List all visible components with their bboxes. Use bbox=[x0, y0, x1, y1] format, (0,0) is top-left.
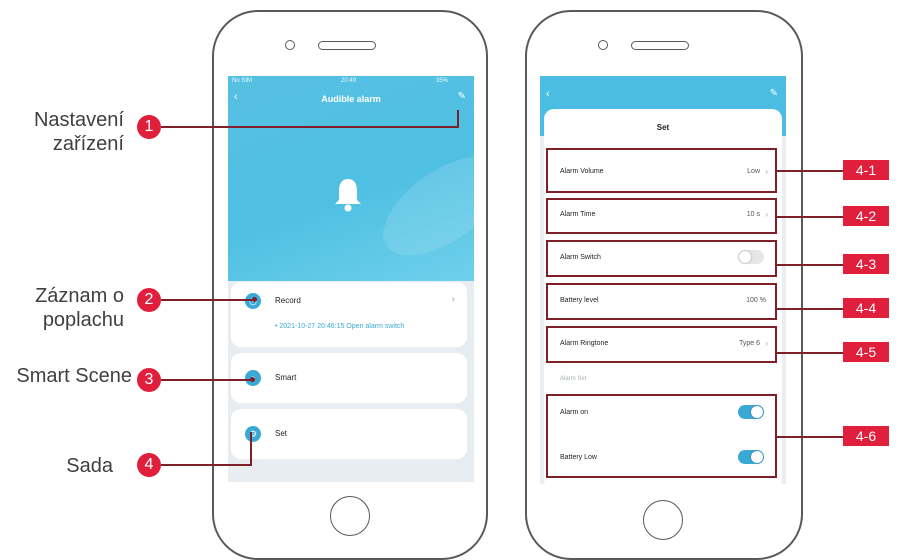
camera-left bbox=[285, 40, 295, 50]
badge-4-5: 4-5 bbox=[843, 342, 889, 362]
section-header: Alarm Set bbox=[560, 376, 587, 382]
record-entry: • 2021-10-27 20:46:15 Open alarm switch bbox=[275, 323, 405, 330]
badge-1: 1 bbox=[137, 115, 161, 139]
speaker-left bbox=[318, 41, 376, 50]
speaker-right bbox=[631, 41, 689, 50]
home-button-right[interactable] bbox=[643, 500, 683, 540]
badge-4-1: 4-1 bbox=[843, 160, 889, 180]
sheet-title: Set bbox=[656, 123, 670, 132]
page-title: Audible alarm bbox=[321, 94, 381, 104]
status-bar: No SIM 20:49 35% bbox=[228, 76, 474, 90]
callout-line-4-6 bbox=[777, 436, 843, 438]
badge-4-4: 4-4 bbox=[843, 298, 889, 318]
badge-4: 4 bbox=[137, 453, 161, 477]
callout-line-4-1 bbox=[777, 170, 843, 172]
callout-line-4-2 bbox=[777, 216, 843, 218]
callout-label-1: Nastavení zařízení bbox=[33, 109, 124, 155]
callout-line-1 bbox=[161, 126, 459, 128]
callout-label-2: Záznam o poplachu bbox=[35, 285, 124, 331]
badge-4-6: 4-6 bbox=[843, 426, 889, 446]
gear-icon: ⚙ bbox=[245, 426, 261, 442]
edit-icon[interactable]: ✎ bbox=[458, 91, 466, 102]
record-card[interactable]: ◷ Record › • 2021-10-27 20:46:15 Open al… bbox=[231, 282, 467, 347]
highlight-box-4-5 bbox=[546, 326, 777, 363]
time-text: 20:49 bbox=[341, 78, 357, 84]
highlight-box-4-1 bbox=[546, 148, 777, 193]
callout-dot-2 bbox=[252, 297, 257, 302]
highlight-box-4-4 bbox=[546, 283, 777, 320]
badge-4-3: 4-3 bbox=[843, 254, 889, 274]
edit-icon[interactable]: ✎ bbox=[770, 88, 778, 99]
set-card[interactable]: ⚙ Set bbox=[231, 409, 467, 459]
callout-line-3 bbox=[161, 379, 254, 381]
record-label: Record bbox=[275, 296, 301, 305]
battery-text: 35% bbox=[436, 78, 449, 84]
bell-icon bbox=[335, 179, 361, 212]
callout-line-4-3 bbox=[777, 264, 843, 266]
smart-label: Smart bbox=[275, 373, 297, 382]
decorative-wave bbox=[366, 137, 474, 275]
badge-4-2: 4-2 bbox=[843, 206, 889, 226]
callout-label-4: Sada bbox=[66, 455, 113, 477]
hero-banner: No SIM 20:49 35% ‹ Audible alarm ✎ bbox=[228, 76, 474, 281]
camera-right bbox=[598, 40, 608, 50]
screen-audible-alarm: No SIM 20:49 35% ‹ Audible alarm ✎ ◷ Rec… bbox=[228, 76, 474, 482]
chevron-right-icon: › bbox=[451, 294, 455, 305]
callout-line-4 bbox=[161, 464, 252, 466]
back-icon[interactable]: ‹ bbox=[546, 88, 550, 100]
callout-vline-4 bbox=[250, 432, 252, 466]
callout-vline-1 bbox=[457, 110, 459, 128]
carrier-text: No SIM bbox=[232, 78, 253, 84]
smart-card[interactable]: ● Smart bbox=[231, 353, 467, 403]
callout-line-4-4 bbox=[777, 308, 843, 310]
callout-dot-3 bbox=[250, 377, 255, 382]
badge-3: 3 bbox=[137, 368, 161, 392]
home-button-left[interactable] bbox=[330, 496, 370, 536]
highlight-box-4-2 bbox=[546, 198, 777, 234]
callout-line-2 bbox=[161, 299, 256, 301]
highlight-box-4-6 bbox=[546, 394, 777, 478]
callout-label-3: Smart Scene bbox=[16, 365, 132, 387]
badge-2: 2 bbox=[137, 288, 161, 312]
callout-line-4-5 bbox=[777, 352, 843, 354]
highlight-box-4-3 bbox=[546, 240, 777, 277]
set-label: Set bbox=[275, 429, 288, 438]
